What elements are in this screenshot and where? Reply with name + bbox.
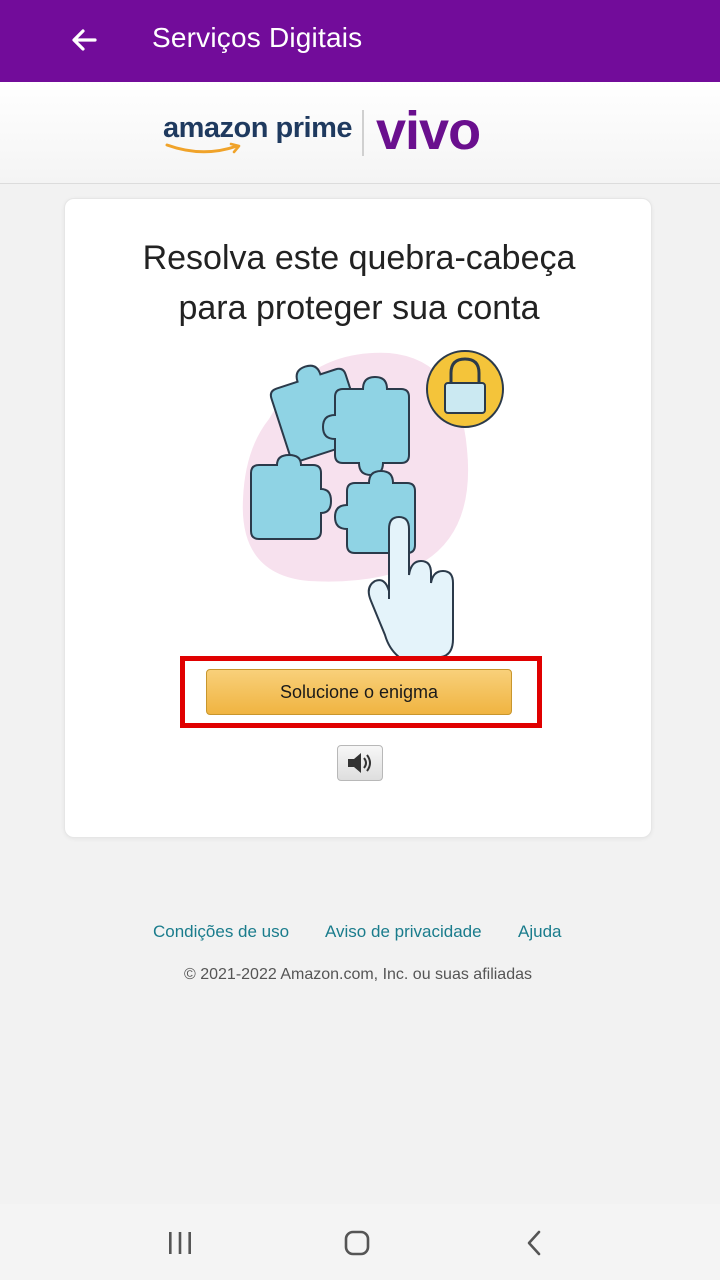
puzzle-illustration (242, 350, 504, 657)
help-link[interactable]: Ajuda (518, 922, 561, 942)
copyright-text: © 2021-2022 Amazon.com, Inc. ou suas afi… (184, 966, 532, 983)
solve-puzzle-button[interactable]: Solucione o enigma (206, 669, 512, 715)
puzzle-title-line2: para proteger sua conta (178, 289, 540, 327)
speaker-icon (348, 753, 371, 773)
logo-divider (362, 110, 364, 156)
recent-apps-icon (169, 1232, 191, 1254)
audio-challenge-button[interactable] (337, 745, 383, 781)
back-button[interactable] (56, 16, 112, 64)
home-button[interactable] (327, 1218, 387, 1268)
arrow-left-icon (72, 29, 97, 51)
system-back-button[interactable] (504, 1218, 564, 1268)
vivo-logo: vivo (376, 101, 481, 161)
home-icon (344, 1230, 370, 1256)
terms-of-use-link[interactable]: Condições de uso (153, 922, 289, 942)
puzzle-title-line1: Resolva este quebra-cabeça (142, 239, 576, 277)
privacy-notice-link[interactable]: Aviso de privacidade (325, 922, 482, 942)
app-bar: Serviços Digitais (0, 0, 720, 82)
brand-header (0, 82, 720, 184)
footer-links: Condições de uso Aviso de privacidade Aj… (0, 922, 720, 946)
puzzle-card: Resolva este quebra-cabeça para proteger… (64, 198, 652, 838)
system-nav-bar (0, 1204, 720, 1280)
recent-apps-button[interactable] (150, 1218, 210, 1268)
page-title: Serviços Digitais (152, 22, 363, 53)
back-icon (527, 1230, 541, 1256)
amazon-prime-logo: amazon prime (163, 112, 353, 154)
amazon-smile-icon (165, 142, 241, 154)
amazon-prime-logo-text: amazon prime (163, 112, 353, 144)
